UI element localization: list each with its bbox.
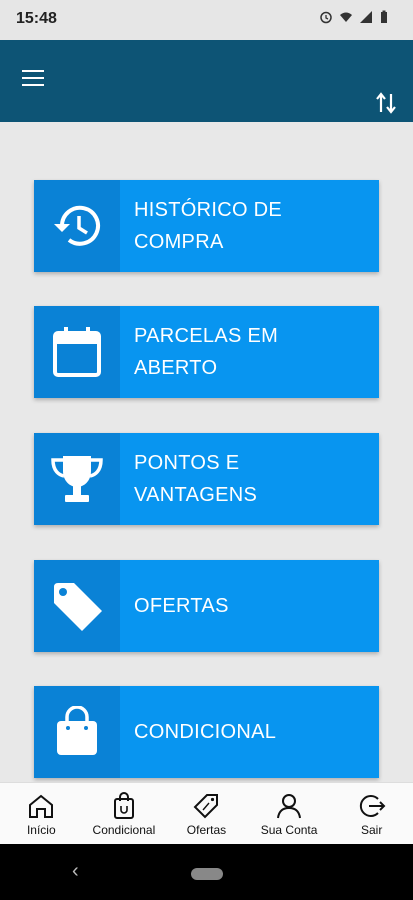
menu-card-label: OFERTAS <box>134 595 229 617</box>
history-icon <box>34 180 120 272</box>
nav-label: Ofertas <box>186 822 227 837</box>
main-menu: HISTÓRICO DE COMPRA PARCELAS EM ABERTO P… <box>0 122 413 782</box>
menu-card-condicional[interactable]: CONDICIONAL <box>34 686 379 778</box>
menu-card-label: CONDICIONAL <box>134 721 277 743</box>
menu-card-ofertas[interactable]: OFERTAS <box>34 560 379 652</box>
user-icon <box>274 791 304 821</box>
bag-icon <box>109 791 139 821</box>
menu-icon-line <box>22 70 44 72</box>
system-navigation-bar: ‹ <box>0 844 413 900</box>
menu-card-label: PARCELAS EM ABERTO <box>134 325 279 379</box>
back-icon[interactable]: ‹ <box>72 860 79 883</box>
status-time: 15:48 <box>16 10 57 27</box>
battery-icon <box>379 10 393 24</box>
signal-icon <box>359 10 373 24</box>
logout-icon <box>357 791 387 821</box>
app-bar <box>0 40 413 122</box>
calendar-icon <box>34 306 120 398</box>
menu-card-label: HISTÓRICO DE COMPRA <box>134 199 283 253</box>
tag-icon <box>34 560 120 652</box>
nav-label: Sair <box>361 822 383 837</box>
menu-card-label: PONTOS E VANTAGENS <box>134 452 258 506</box>
nav-condicional[interactable]: Condicional <box>83 783 166 844</box>
menu-card-historico[interactable]: HISTÓRICO DE COMPRA <box>34 180 379 272</box>
menu-button[interactable] <box>22 70 48 92</box>
status-bar: 15:48 <box>0 0 413 40</box>
wifi-icon <box>339 10 353 24</box>
discount-tag-icon <box>191 791 221 821</box>
nav-label: Início <box>26 822 56 837</box>
nav-sair[interactable]: Sair <box>330 783 413 844</box>
nav-label: Sua Conta <box>260 822 318 837</box>
nav-inicio[interactable]: Início <box>0 783 83 844</box>
status-icons <box>319 10 393 24</box>
bottom-navigation: Início Condicional Ofertas Sua Conta Sai… <box>0 782 413 844</box>
nav-sua-conta[interactable]: Sua Conta <box>248 783 331 844</box>
trophy-icon <box>34 433 120 525</box>
alarm-icon <box>319 10 333 24</box>
nav-ofertas[interactable]: Ofertas <box>165 783 248 844</box>
nav-label: Condicional <box>92 822 156 837</box>
menu-card-parcelas[interactable]: PARCELAS EM ABERTO <box>34 306 379 398</box>
menu-card-pontos[interactable]: PONTOS E VANTAGENS <box>34 433 379 525</box>
shopping-bag-icon <box>34 686 120 778</box>
menu-icon-line <box>22 84 44 86</box>
home-pill[interactable] <box>191 868 223 880</box>
swap-vertical-icon[interactable] <box>375 90 397 116</box>
home-icon <box>26 791 56 821</box>
menu-icon-line <box>22 77 44 79</box>
